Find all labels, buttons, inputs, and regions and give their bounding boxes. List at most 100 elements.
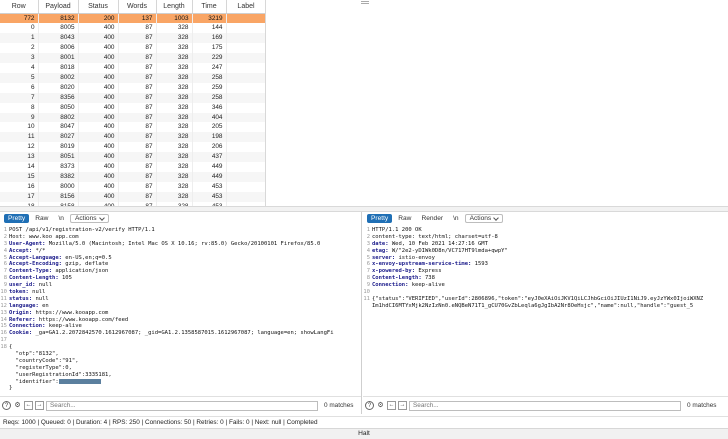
request-tab-pretty[interactable]: Pretty [4,214,30,223]
table-cell-time: 205 [192,122,227,133]
code-text: Host: www.koo app.com [9,233,79,240]
response-tab-pretty[interactable]: Pretty [367,214,393,223]
table-row-selected[interactable]: 772 8132 200 137 1003 3219 [0,13,265,24]
results-panel: Row Payload Status Words Length Time Lab… [0,0,728,206]
table-cell-time: 404 [192,112,227,123]
line-number: 8 [3,275,7,282]
code-line: "identifier": [0,378,361,386]
table-cell-length: 328 [156,53,193,64]
response-editor[interactable]: 1 HTTP/1.1 200 OK 2 content-type: text/html… [363,227,728,392]
table-cell-time: 449 [192,172,227,182]
request-search-input[interactable] [46,400,318,411]
table-row[interactable]: 6 8020 400 87 328 259 [0,82,265,93]
code-text: HTTP/1.1 200 OK [372,227,422,233]
table-cell-row: 7 [0,92,39,103]
response-pane: Pretty Raw Render \n Actions 1 HTTP/1.1 2… [363,212,728,414]
line-number: 15 [0,323,7,330]
line-number: 9 [3,282,7,289]
status-bar: Reqs: 1000 | Queued: 0 | Duration: 4 | R… [0,416,728,427]
code-text: Content-Length: 105 [9,275,72,282]
table-cell-row: 772 [0,13,39,24]
table-row[interactable]: 2 8006 400 87 328 175 [0,43,265,54]
line-number: 1 [3,227,7,233]
request-actions-button[interactable]: Actions [69,214,109,223]
response-actions-label: Actions [469,215,492,222]
table-row[interactable]: 12 8019 400 87 328 206 [0,142,265,153]
table-row[interactable]: 8 8050 400 87 328 346 [0,102,265,113]
table-cell-label [226,172,265,182]
line-number [0,385,9,392]
settings-gear-icon[interactable]: ⚙ [13,401,22,410]
table-cell-payload: 8373 [38,162,79,172]
response-tab-render[interactable]: Render [417,214,447,223]
table-row[interactable]: 16 8000 400 87 328 453 [0,181,265,192]
table-cell-words: 87 [118,172,157,182]
code-line: 7 Content-Type: application/json [0,268,361,275]
col-header-status[interactable]: Status [78,0,119,14]
table-cell-payload: 8000 [38,181,79,192]
table-row[interactable]: 3 8001 400 87 328 229 [0,53,265,64]
col-header-words[interactable]: Words [118,0,157,14]
line-number: 10 [0,289,7,296]
col-header-row[interactable]: Row [0,0,39,14]
results-table-wrapper[interactable]: Row Payload Status Words Length Time Lab… [0,0,266,206]
table-row[interactable]: 14 8373 400 87 328 449 [0,162,265,172]
code-line: 5 server: istio-envoy [363,255,728,262]
line-number: 9 [366,282,370,289]
table-cell-time: 437 [192,152,227,163]
request-tab-newline[interactable]: \n [54,214,68,223]
back-arrow-icon[interactable]: ← [387,401,396,410]
code-line: 13 Origin: https://www.kooapp.com [0,310,361,317]
table-row[interactable]: 0 8005 400 87 328 144 [0,23,265,34]
col-header-time[interactable]: Time [192,0,227,14]
response-tab-raw[interactable]: Raw [394,214,415,223]
table-cell-payload: 8020 [38,82,79,93]
request-editor[interactable]: 1 POST /api/v1/registration-v2/verify HTT… [0,227,361,392]
table-cell-time: 229 [192,53,227,64]
table-cell-label [226,191,265,202]
resize-grip[interactable] [361,1,369,4]
table-cell-words: 87 [118,191,157,202]
response-actions-button[interactable]: Actions [464,214,504,223]
table-cell-payload: 8005 [38,23,79,34]
table-row[interactable]: 17 8156 400 87 328 453 [0,191,265,202]
help-icon[interactable]: ? [365,401,374,410]
request-tab-raw[interactable]: Raw [31,214,52,223]
table-row[interactable]: 5 8002 400 87 328 258 [0,72,265,83]
code-text: User-Agent: Mozilla/5.0 (Macintosh; Inte… [9,240,321,247]
table-row[interactable]: 7 8356 400 87 328 258 [0,92,265,103]
table-cell-status: 400 [78,112,119,123]
table-cell-status: 400 [78,72,119,83]
table-cell-row: 1 [0,33,39,44]
col-header-label[interactable]: Label [226,0,265,14]
table-cell-words: 87 [118,132,157,143]
table-row[interactable]: 15 8382 400 87 328 449 [0,172,265,182]
forward-arrow-icon[interactable]: → [35,401,44,410]
request-match-count: 0 matches [324,402,354,409]
table-cell-status: 400 [78,181,119,192]
forward-arrow-icon[interactable]: → [398,401,407,410]
table-row[interactable]: 11 8027 400 87 328 198 [0,132,265,143]
table-cell-time: 449 [192,162,227,172]
table-row[interactable]: 13 8051 400 87 328 437 [0,152,265,163]
table-row[interactable]: 10 8047 400 87 328 205 [0,122,265,133]
code-line: 7 x-powered-by: Express [363,268,728,275]
table-cell-payload: 8051 [38,152,79,163]
response-search-input[interactable] [409,400,681,411]
code-line: 16 Cookie: _ga=GA1.2.2072842570.161296708… [0,330,361,337]
help-icon[interactable]: ? [2,401,11,410]
table-cell-row: 10 [0,122,39,133]
col-header-payload[interactable]: Payload [38,0,79,14]
table-cell-length: 328 [156,23,193,34]
table-row[interactable]: 1 8043 400 87 328 169 [0,33,265,44]
table-row[interactable]: 9 8802 400 87 328 404 [0,112,265,123]
back-arrow-icon[interactable]: ← [24,401,33,410]
halt-button[interactable]: Halt [0,428,728,439]
response-tab-newline[interactable]: \n [449,214,463,223]
col-header-length[interactable]: Length [156,0,193,14]
code-text: "otp":"8132", [9,351,59,358]
line-number: 3 [3,240,7,247]
table-row[interactable]: 4 8018 400 87 328 247 [0,63,265,73]
settings-gear-icon[interactable]: ⚙ [376,401,385,410]
table-cell-status: 400 [78,43,119,54]
